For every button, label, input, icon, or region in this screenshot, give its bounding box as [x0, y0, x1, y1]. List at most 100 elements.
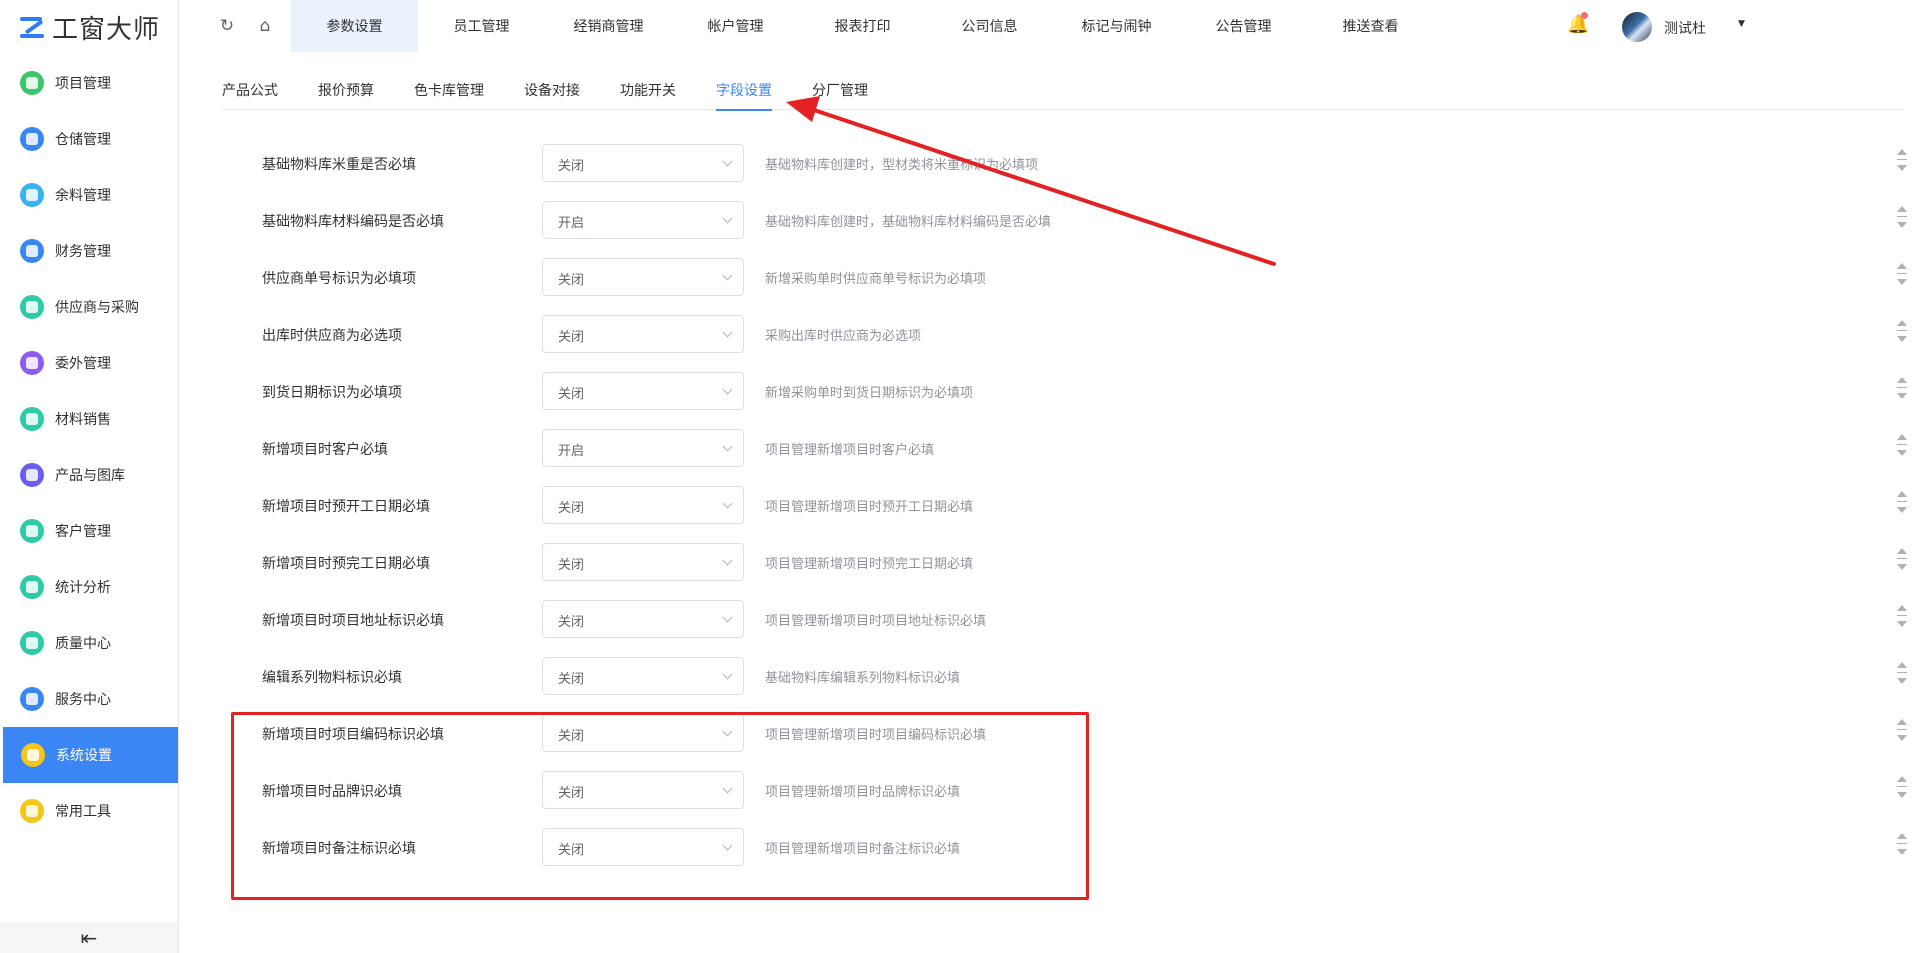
drag-sort-icon[interactable]: [1895, 203, 1909, 233]
sub-tab[interactable]: 产品公式: [222, 80, 278, 110]
sub-tab[interactable]: 分厂管理: [812, 80, 868, 110]
setting-row: 出库时供应商为必选项 关闭 采购出库时供应商为必选项: [0, 315, 1920, 353]
setting-description: 项目管理新增项目时项目地址标识必填: [765, 614, 987, 629]
drag-sort-icon[interactable]: [1895, 545, 1909, 575]
sidebar-item-label: 项目管理: [55, 76, 111, 92]
drag-sort-icon[interactable]: [1895, 716, 1909, 746]
chevron-down-icon: [722, 327, 733, 338]
drag-sort-icon[interactable]: [1895, 146, 1909, 176]
top-tab[interactable]: 参数设置: [291, 0, 418, 52]
home-icon[interactable]: ⌂: [255, 16, 275, 36]
setting-description: 采购出库时供应商为必选项: [765, 329, 922, 344]
top-tab[interactable]: 员工管理: [418, 0, 545, 52]
sidebar-item-label: 供应商与采购: [55, 300, 139, 316]
drag-sort-icon[interactable]: [1895, 374, 1909, 404]
setting-select[interactable]: 开启: [542, 429, 744, 467]
sidebar-item-label: 委外管理: [55, 356, 111, 372]
chevron-down-icon: [722, 669, 733, 680]
top-tab[interactable]: 经销商管理: [545, 0, 672, 52]
setting-row: 到货日期标识为必填项 关闭 新增采购单时到货日期标识为必填项: [0, 372, 1920, 410]
drag-sort-icon[interactable]: [1895, 602, 1909, 632]
notification-dot: [1581, 12, 1588, 19]
setting-label: 新增项目时预开工日期必填: [262, 499, 430, 515]
sidebar-item-label: 材料销售: [55, 412, 111, 428]
sidebar-item-label: 客户管理: [55, 524, 111, 540]
setting-select-value: 关闭: [558, 273, 585, 288]
drag-sort-icon[interactable]: [1895, 659, 1909, 689]
setting-label: 基础物料库材料编码是否必填: [262, 214, 444, 230]
setting-select[interactable]: 关闭: [542, 600, 744, 638]
drag-sort-icon[interactable]: [1895, 317, 1909, 347]
sub-tab[interactable]: 功能开关: [620, 80, 676, 110]
user-avatar[interactable]: [1622, 12, 1652, 42]
sub-tab[interactable]: 字段设置: [716, 80, 772, 111]
top-tab[interactable]: 公告管理: [1180, 0, 1307, 52]
setting-label: 编辑系列物料标识必填: [262, 670, 402, 686]
setting-description: 基础物料库创建时，型材类将米重标识为必填项: [765, 158, 1039, 173]
sidebar: 工窗大师 项目管理 仓储管理 余料管理 财务管理 供应商与采购 委外管理 材料销售 产品与图库…: [0, 0, 179, 953]
sub-tab[interactable]: 色卡库管理: [414, 80, 484, 110]
setting-select-value: 关闭: [558, 387, 585, 402]
setting-select-value: 关闭: [558, 672, 585, 687]
setting-row: 新增项目时客户必填 开启 项目管理新增项目时客户必填: [0, 429, 1920, 467]
drag-sort-icon[interactable]: [1895, 431, 1909, 461]
setting-select-value: 关闭: [558, 159, 585, 174]
setting-row: 编辑系列物料标识必填 关闭 基础物料库编辑系列物料标识必填: [0, 657, 1920, 695]
setting-select-value: 关闭: [558, 330, 585, 345]
sub-tab[interactable]: 报价预算: [318, 80, 374, 110]
sales-icon: [20, 407, 44, 431]
chevron-down-icon: [722, 555, 733, 566]
setting-description: 基础物料库创建时，基础物料库材料编码是否必填: [765, 215, 1052, 230]
user-name[interactable]: 测试杜: [1664, 18, 1706, 38]
setting-row: 新增项目时预完工日期必填 关闭 项目管理新增项目时预完工日期必填: [0, 543, 1920, 581]
setting-row: 供应商单号标识为必填项 关闭 新增采购单时供应商单号标识为必填项: [0, 258, 1920, 296]
drag-sort-icon[interactable]: [1895, 488, 1909, 518]
top-tab[interactable]: 推送查看: [1307, 0, 1434, 52]
sub-tab[interactable]: 设备对接: [524, 80, 580, 110]
chevron-down-icon: [722, 441, 733, 452]
setting-label: 新增项目时项目地址标识必填: [262, 613, 444, 629]
sidebar-collapse-button[interactable]: ⇤: [0, 922, 178, 953]
collapse-icon: ⇤: [80, 925, 98, 950]
top-tab[interactable]: 帐户管理: [672, 0, 799, 52]
setting-label: 到货日期标识为必填项: [262, 385, 402, 401]
setting-select[interactable]: 关闭: [542, 543, 744, 581]
setting-select-value: 开启: [558, 216, 585, 231]
app-logo[interactable]: 工窗大师: [20, 8, 160, 46]
drag-sort-icon[interactable]: [1895, 830, 1909, 860]
puzzle-icon: [20, 71, 44, 95]
top-tab[interactable]: 公司信息: [926, 0, 1053, 52]
sidebar-item[interactable]: 项目管理: [0, 55, 178, 111]
setting-description: 基础物料库编辑系列物料标识必填: [765, 671, 961, 686]
setting-select[interactable]: 开启: [542, 201, 744, 239]
top-tab[interactable]: 标记与闹钟: [1053, 0, 1180, 52]
chevron-down-icon: [722, 612, 733, 623]
setting-select[interactable]: 关闭: [542, 486, 744, 524]
setting-select[interactable]: 关闭: [542, 258, 744, 296]
setting-label: 新增项目时预完工日期必填: [262, 556, 430, 572]
top-tab[interactable]: 报表打印: [799, 0, 926, 52]
setting-label: 供应商单号标识为必填项: [262, 271, 416, 287]
setting-description: 项目管理新增项目时预开工日期必填: [765, 500, 974, 515]
sub-tabs: 产品公式 报价预算 色卡库管理 设备对接 功能开关 字段设置 分厂管理: [222, 80, 1904, 111]
setting-select[interactable]: 关闭: [542, 372, 744, 410]
setting-description: 项目管理新增项目时客户必填: [765, 443, 935, 458]
logo-icon: [20, 14, 46, 40]
user-menu-caret-icon[interactable]: ▼: [1738, 19, 1745, 29]
setting-label: 出库时供应商为必选项: [262, 328, 402, 344]
setting-select-value: 开启: [558, 444, 585, 459]
setting-select[interactable]: 关闭: [542, 144, 744, 182]
setting-select[interactable]: 关闭: [542, 657, 744, 695]
setting-description: 新增采购单时供应商单号标识为必填项: [765, 272, 987, 287]
setting-row: 基础物料库材料编码是否必填 开启 基础物料库创建时，基础物料库材料编码是否必填: [0, 201, 1920, 239]
drag-sort-icon[interactable]: [1895, 773, 1909, 803]
annotation-highlight-box: [231, 712, 1089, 900]
app-logo-text: 工窗大师: [52, 14, 161, 45]
top-bar: ↻ ⌂ 参数设置 员工管理 经销商管理 帐户管理 报表打印 公司信息 标记与闹钟 公告管理 推送…: [180, 0, 1920, 52]
setting-select-value: 关闭: [558, 501, 585, 516]
refresh-icon[interactable]: ↻: [217, 16, 237, 36]
setting-select[interactable]: 关闭: [542, 315, 744, 353]
setting-description: 项目管理新增项目时预完工日期必填: [765, 557, 974, 572]
sidebar-item-label: 产品与图库: [55, 468, 125, 484]
drag-sort-icon[interactable]: [1895, 260, 1909, 290]
